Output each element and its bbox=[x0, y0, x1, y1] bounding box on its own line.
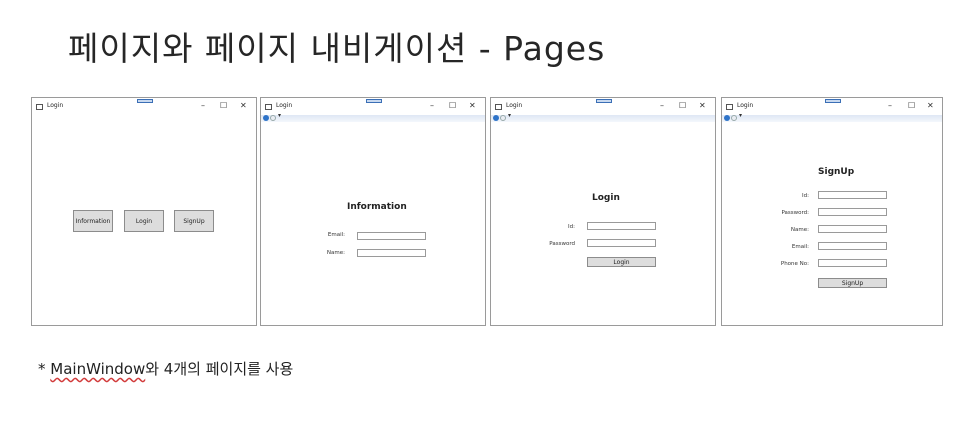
email-field[interactable] bbox=[357, 232, 426, 240]
password-label: Password: bbox=[781, 210, 809, 216]
title-bar[interactable]: Login – ☐ ✕ bbox=[722, 98, 942, 116]
signup-submit-button[interactable]: SignUp bbox=[818, 278, 887, 288]
close-icon[interactable]: ✕ bbox=[927, 101, 934, 110]
email-label: Email: bbox=[327, 232, 345, 238]
email-field[interactable] bbox=[818, 242, 887, 250]
name-label: Name: bbox=[326, 250, 345, 256]
app-icon bbox=[495, 104, 502, 110]
footnote-bullet: * bbox=[38, 360, 51, 378]
window-title: Login bbox=[737, 102, 754, 109]
maximize-icon[interactable]: ☐ bbox=[449, 101, 456, 110]
email-label: Email: bbox=[791, 244, 809, 250]
phone-label: Phone No: bbox=[780, 261, 809, 267]
page-heading: SignUp bbox=[818, 167, 855, 177]
title-bar[interactable]: Login – ☐ ✕ bbox=[491, 98, 715, 116]
signup-button[interactable]: SignUp bbox=[174, 210, 214, 232]
information-window: Login – ☐ ✕ ▾ Information Email: Name: bbox=[260, 97, 486, 326]
minimize-icon[interactable]: – bbox=[888, 101, 892, 110]
login-button[interactable]: Login bbox=[124, 210, 164, 232]
forward-arrow-icon[interactable] bbox=[270, 115, 276, 121]
password-field[interactable] bbox=[818, 208, 887, 216]
id-label: Id: bbox=[802, 193, 809, 199]
app-icon bbox=[726, 104, 733, 110]
signup-window: Login – ☐ ✕ ▾ SignUp Id: Password: Name:… bbox=[721, 97, 943, 326]
app-icon bbox=[265, 104, 272, 110]
minimize-icon[interactable]: – bbox=[660, 101, 664, 110]
name-field[interactable] bbox=[357, 249, 426, 257]
login-window: Login – ☐ ✕ ▾ Login Id: Password Login bbox=[490, 97, 716, 326]
window-title: Login bbox=[47, 102, 64, 109]
title-bar[interactable]: Login – ☐ ✕ bbox=[261, 98, 485, 116]
minimize-icon[interactable]: – bbox=[430, 101, 434, 110]
main-window: Login – ☐ ✕ Information Login SignUp bbox=[31, 97, 257, 326]
grip-icon[interactable] bbox=[366, 99, 382, 103]
back-arrow-icon[interactable] bbox=[493, 115, 499, 121]
grip-icon[interactable] bbox=[596, 99, 612, 103]
page-heading: Information bbox=[347, 202, 407, 212]
slide-title: 페이지와 페이지 내비게이션 - Pages bbox=[68, 29, 606, 68]
window-title: Login bbox=[276, 102, 293, 109]
history-dropdown-icon[interactable]: ▾ bbox=[508, 112, 511, 119]
maximize-icon[interactable]: ☐ bbox=[679, 101, 686, 110]
app-icon bbox=[36, 104, 43, 110]
minimize-icon[interactable]: – bbox=[201, 101, 205, 110]
id-label: Id: bbox=[568, 224, 575, 230]
name-field[interactable] bbox=[818, 225, 887, 233]
close-icon[interactable]: ✕ bbox=[469, 101, 476, 110]
footnote-text: 와 4개의 페이지를 사용 bbox=[145, 360, 294, 378]
navigation-bar: ▾ bbox=[261, 112, 485, 122]
window-title: Login bbox=[506, 102, 523, 109]
footnote: * MainWindow와 4개의 페이지를 사용 bbox=[38, 358, 293, 379]
id-field[interactable] bbox=[818, 191, 887, 199]
title-bar[interactable]: Login – ☐ ✕ bbox=[32, 98, 256, 116]
history-dropdown-icon[interactable]: ▾ bbox=[739, 112, 742, 119]
id-field[interactable] bbox=[587, 222, 656, 230]
navigation-bar: ▾ bbox=[722, 112, 942, 122]
back-arrow-icon[interactable] bbox=[263, 115, 269, 121]
history-dropdown-icon[interactable]: ▾ bbox=[278, 112, 281, 119]
forward-arrow-icon[interactable] bbox=[500, 115, 506, 121]
password-label: Password bbox=[549, 241, 575, 247]
forward-arrow-icon[interactable] bbox=[731, 115, 737, 121]
close-icon[interactable]: ✕ bbox=[699, 101, 706, 110]
mainwindow-term: MainWindow bbox=[50, 360, 146, 378]
name-label: Name: bbox=[790, 227, 809, 233]
grip-icon[interactable] bbox=[825, 99, 841, 103]
maximize-icon[interactable]: ☐ bbox=[908, 101, 915, 110]
login-submit-button[interactable]: Login bbox=[587, 257, 656, 267]
back-arrow-icon[interactable] bbox=[724, 115, 730, 121]
page-heading: Login bbox=[592, 193, 620, 203]
maximize-icon[interactable]: ☐ bbox=[220, 101, 227, 110]
close-icon[interactable]: ✕ bbox=[240, 101, 247, 110]
password-field[interactable] bbox=[587, 239, 656, 247]
information-button[interactable]: Information bbox=[73, 210, 113, 232]
grip-icon[interactable] bbox=[137, 99, 153, 103]
navigation-bar: ▾ bbox=[491, 112, 715, 122]
phone-field[interactable] bbox=[818, 259, 887, 267]
